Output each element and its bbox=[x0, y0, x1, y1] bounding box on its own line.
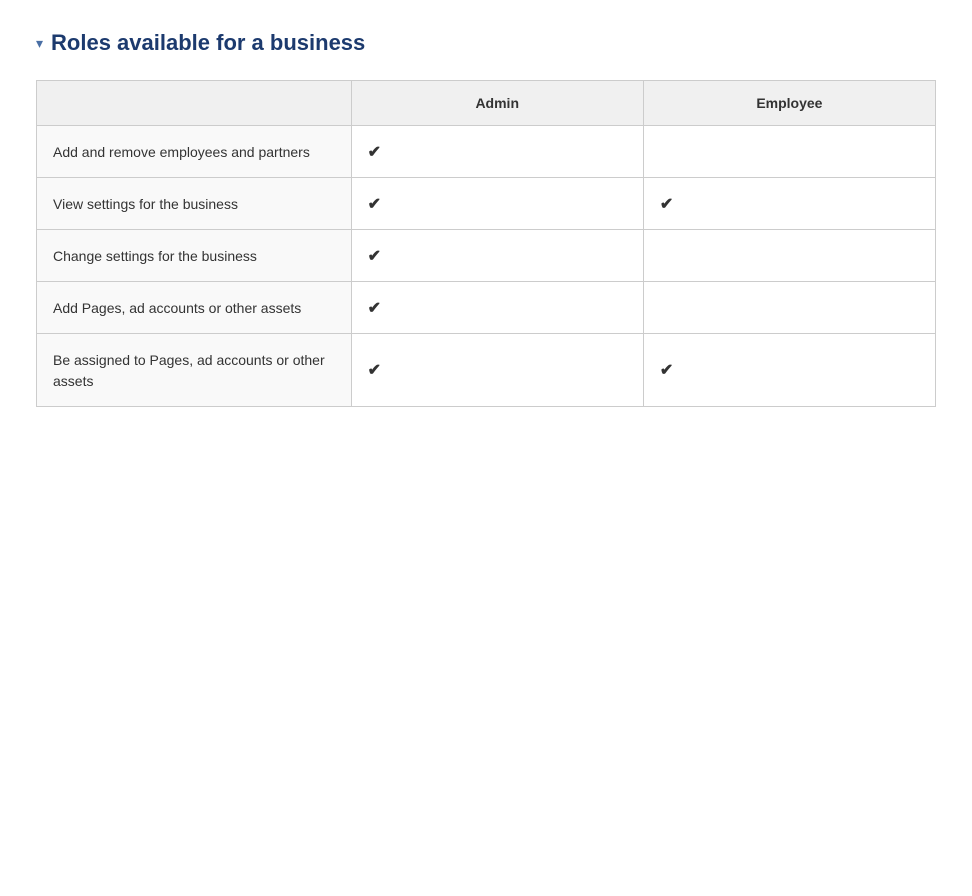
checkmark-icon: ✔ bbox=[368, 300, 381, 317]
employee-cell bbox=[643, 282, 935, 334]
feature-cell: Be assigned to Pages, ad accounts or oth… bbox=[37, 334, 352, 407]
admin-cell: ✔ bbox=[351, 230, 643, 282]
roles-table: Admin Employee Add and remove employees … bbox=[36, 80, 936, 407]
checkmark-icon: ✔ bbox=[660, 362, 673, 379]
employee-cell: ✔ bbox=[643, 178, 935, 230]
feature-cell: Add Pages, ad accounts or other assets bbox=[37, 282, 352, 334]
admin-cell: ✔ bbox=[351, 178, 643, 230]
admin-cell: ✔ bbox=[351, 126, 643, 178]
feature-cell: Change settings for the business bbox=[37, 230, 352, 282]
checkmark-icon: ✔ bbox=[368, 196, 381, 213]
col-header-employee: Employee bbox=[643, 81, 935, 126]
employee-cell bbox=[643, 230, 935, 282]
admin-cell: ✔ bbox=[351, 334, 643, 407]
chevron-icon: ▾ bbox=[36, 35, 43, 52]
page-container: ▾ Roles available for a business Admin E… bbox=[36, 30, 936, 407]
checkmark-icon: ✔ bbox=[368, 144, 381, 161]
feature-cell: Add and remove employees and partners bbox=[37, 126, 352, 178]
checkmark-icon: ✔ bbox=[368, 362, 381, 379]
section-header: ▾ Roles available for a business bbox=[36, 30, 936, 56]
table-row: Be assigned to Pages, ad accounts or oth… bbox=[37, 334, 936, 407]
table-row: Change settings for the business ✔ bbox=[37, 230, 936, 282]
checkmark-icon: ✔ bbox=[368, 248, 381, 265]
table-row: Add Pages, ad accounts or other assets ✔ bbox=[37, 282, 936, 334]
admin-cell: ✔ bbox=[351, 282, 643, 334]
col-header-feature bbox=[37, 81, 352, 126]
table-header-row: Admin Employee bbox=[37, 81, 936, 126]
feature-cell: View settings for the business bbox=[37, 178, 352, 230]
employee-cell: ✔ bbox=[643, 334, 935, 407]
section-title: Roles available for a business bbox=[51, 30, 365, 56]
checkmark-icon: ✔ bbox=[660, 196, 673, 213]
table-row: Add and remove employees and partners ✔ bbox=[37, 126, 936, 178]
col-header-admin: Admin bbox=[351, 81, 643, 126]
table-row: View settings for the business ✔ ✔ bbox=[37, 178, 936, 230]
employee-cell bbox=[643, 126, 935, 178]
